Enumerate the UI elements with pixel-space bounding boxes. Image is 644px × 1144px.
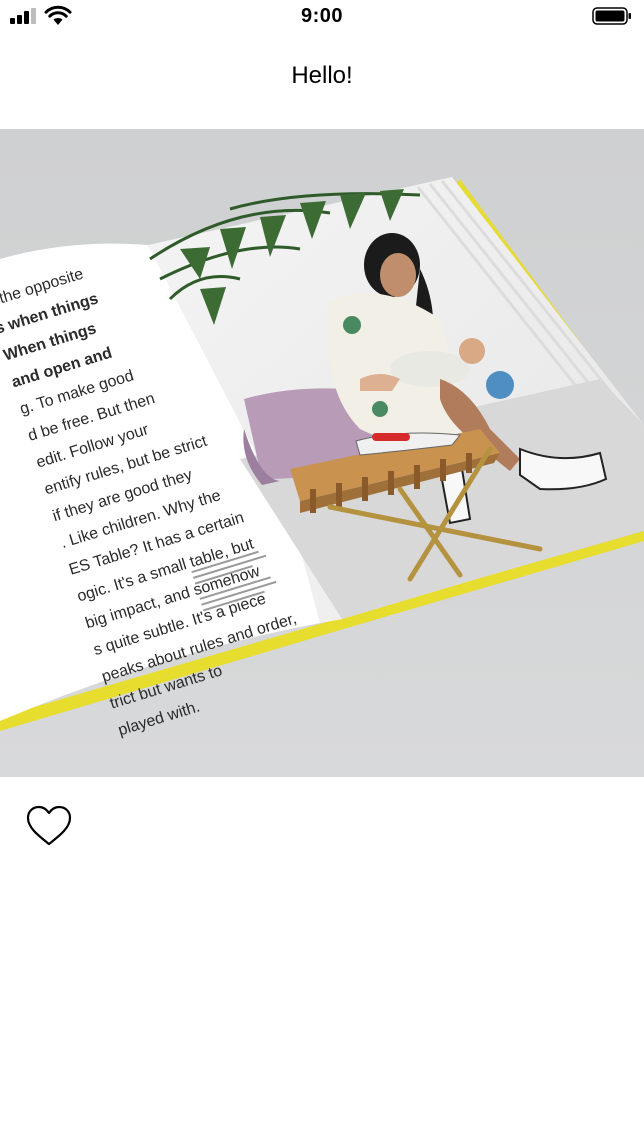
heart-outline-icon[interactable] (25, 804, 73, 848)
post-photo[interactable]: s the opposite s when things When things… (0, 129, 644, 777)
status-bar: 9:00 (0, 0, 644, 34)
magazine-photo: s the opposite s when things When things… (0, 129, 644, 777)
page-title: Hello! (291, 62, 353, 89)
battery-icon (592, 7, 631, 25)
status-time: 9:00 (300, 5, 344, 27)
